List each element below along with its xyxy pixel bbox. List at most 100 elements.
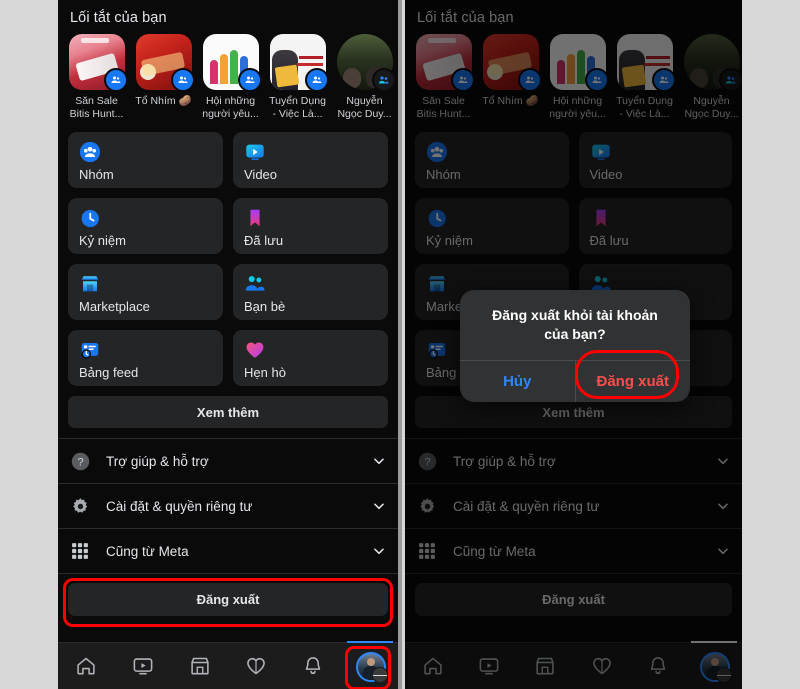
tile-friends[interactable]: Bạn bè xyxy=(233,264,388,320)
friends-badge-icon xyxy=(371,68,396,92)
see-more-wrap: Xem thêm xyxy=(58,386,398,438)
feeds-icon xyxy=(79,339,213,361)
chevron-down-icon[interactable] xyxy=(716,454,730,468)
see-more-button[interactable]: Xem thêm xyxy=(68,396,388,428)
nav-active-indicator xyxy=(690,641,737,643)
shortcut-thumb-wrap xyxy=(683,34,742,92)
shortcut-item[interactable]: Tuyển Dụng - Việc Là... xyxy=(616,34,676,120)
shortcuts-row[interactable]: Săn Sale Bitis Hunt... Tổ Nhím 🥔 Hội nhữ… xyxy=(58,34,398,120)
marketplace-icon xyxy=(536,657,555,675)
chevron-down-icon[interactable] xyxy=(372,499,386,513)
shortcut-label: Tổ Nhím 🥔 xyxy=(482,95,539,107)
shortcut-item[interactable]: Săn Sale Bitis Hunt... xyxy=(68,34,128,120)
tile-marketplace[interactable]: Marketplace xyxy=(68,264,223,320)
nav-profile-menu[interactable] xyxy=(346,641,393,686)
row-label: Cài đặt & quyền riêng tư xyxy=(453,498,600,514)
row-label: Cài đặt & quyền riêng tư xyxy=(106,498,253,514)
shortcut-thumb-wrap xyxy=(135,34,195,92)
tile-label: Nhóm xyxy=(426,167,461,182)
shortcut-label: Nguyễn Ngọc Duy... xyxy=(684,95,739,120)
row-also-from-meta[interactable]: Cũng từ Meta xyxy=(405,529,742,574)
home-icon xyxy=(424,657,442,675)
nav-profile-menu[interactable] xyxy=(690,641,737,686)
tile-memories[interactable]: Kỷ niệm xyxy=(68,198,223,254)
row-help-support[interactable]: ? Trợ giúp & hỗ trợ xyxy=(405,439,742,484)
accordion-rows: ? Trợ giúp & hỗ trợ Cài đặt & quyền riên… xyxy=(58,438,398,574)
row-help-support[interactable]: ? Trợ giúp & hỗ trợ xyxy=(58,439,398,484)
shortcuts-row[interactable]: Săn Sale Bitis Hunt... Tổ Nhím 🥔 Hội nhữ… xyxy=(405,34,742,120)
group-badge-icon xyxy=(237,68,262,92)
tile-memories[interactable]: Kỷ niệm xyxy=(415,198,569,254)
nav-notifications[interactable] xyxy=(635,646,681,686)
video-icon xyxy=(244,141,378,163)
row-label: Cũng từ Meta xyxy=(106,543,189,559)
shortcut-thumb-wrap xyxy=(616,34,676,92)
chevron-down-icon[interactable] xyxy=(372,454,386,468)
nav-notifications[interactable] xyxy=(290,646,336,686)
shortcut-item[interactable]: Hội những người yêu... xyxy=(549,34,609,120)
memories-clock-icon xyxy=(426,207,559,229)
group-badge-icon xyxy=(517,68,542,92)
tile-saved[interactable]: Đã lưu xyxy=(578,198,732,254)
tile-groups[interactable]: Nhóm xyxy=(415,132,569,188)
nav-home[interactable] xyxy=(410,646,456,686)
groups-icon xyxy=(79,141,213,163)
shortcut-item[interactable]: Săn Sale Bitis Hunt... xyxy=(415,34,475,120)
tile-saved[interactable]: Đã lưu xyxy=(233,198,388,254)
shortcut-item[interactable]: Tổ Nhím 🥔 xyxy=(135,34,195,120)
shortcut-thumb-wrap xyxy=(549,34,609,92)
group-badge-icon xyxy=(170,68,195,92)
logout-button[interactable]: Đăng xuất xyxy=(68,583,388,616)
nav-marketplace[interactable] xyxy=(177,646,223,686)
shortcut-thumb-wrap xyxy=(482,34,542,92)
heart-icon xyxy=(247,657,266,675)
nav-marketplace[interactable] xyxy=(522,646,568,686)
chevron-down-icon[interactable] xyxy=(716,544,730,558)
row-settings-privacy[interactable]: Cài đặt & quyền riêng tư xyxy=(405,484,742,529)
row-settings-privacy[interactable]: Cài đặt & quyền riêng tư xyxy=(58,484,398,529)
bell-icon xyxy=(305,657,321,675)
dialog-cancel-button[interactable]: Hủy xyxy=(460,361,575,402)
bookmark-icon xyxy=(590,207,723,229)
home-icon xyxy=(77,657,95,675)
logout-button[interactable]: Đăng xuất xyxy=(415,583,732,616)
marketplace-shop-icon xyxy=(79,273,213,295)
shortcut-item[interactable]: Tuyển Dụng - Việc Là... xyxy=(269,34,329,120)
panel-scrollbar[interactable] xyxy=(398,0,402,689)
chevron-down-icon[interactable] xyxy=(716,499,730,513)
tile-dating[interactable]: Hẹn hò xyxy=(233,330,388,386)
hamburger-badge-icon xyxy=(715,667,732,683)
nav-video[interactable] xyxy=(466,646,512,686)
row-also-from-meta[interactable]: Cũng từ Meta xyxy=(58,529,398,574)
avatar-menu-icon xyxy=(355,652,388,683)
tile-groups[interactable]: Nhóm xyxy=(68,132,223,188)
dialog-confirm-logout-button[interactable]: Đăng xuất xyxy=(576,361,691,402)
nav-dating[interactable] xyxy=(579,646,625,686)
tile-label: Đã lưu xyxy=(589,233,629,248)
svg-text:?: ? xyxy=(424,456,430,468)
tile-video[interactable]: Video xyxy=(578,132,732,188)
settings-gear-icon xyxy=(417,496,447,517)
shortcut-item[interactable]: Nguyễn Ngọc Duy... xyxy=(336,34,396,120)
nav-active-indicator xyxy=(346,641,393,643)
phone-screen-left: Lối tắt của bạn Săn Sale Bitis Hunt... T… xyxy=(58,0,398,689)
nav-video[interactable] xyxy=(120,646,166,686)
chevron-down-icon[interactable] xyxy=(372,544,386,558)
tile-label: Marketplace xyxy=(79,299,150,314)
shortcut-label: Hội những người yêu... xyxy=(549,95,606,120)
shortcut-label: Tổ Nhím 🥔 xyxy=(135,95,192,107)
nav-home[interactable] xyxy=(63,646,109,686)
heart-icon xyxy=(592,657,611,675)
tile-feeds[interactable]: Bảng feed xyxy=(68,330,223,386)
memories-clock-icon xyxy=(79,207,213,229)
bottom-navigation-right xyxy=(405,641,742,689)
nav-dating[interactable] xyxy=(233,646,279,686)
phone-screen-right: Lối tắt của bạn Săn Sale Bitis Hunt... T… xyxy=(405,0,742,689)
shortcut-thumb-wrap xyxy=(415,34,475,92)
logout-confirm-dialog: Đăng xuất khỏi tài khoản của bạn? Hủy Đă… xyxy=(460,290,690,402)
shortcut-item[interactable]: Tổ Nhím 🥔 xyxy=(482,34,542,120)
shortcut-item[interactable]: Nguyễn Ngọc Duy... xyxy=(683,34,742,120)
tile-video[interactable]: Video xyxy=(233,132,388,188)
shortcut-item[interactable]: Hội những người yêu... xyxy=(202,34,262,120)
settings-gear-icon xyxy=(70,496,100,517)
